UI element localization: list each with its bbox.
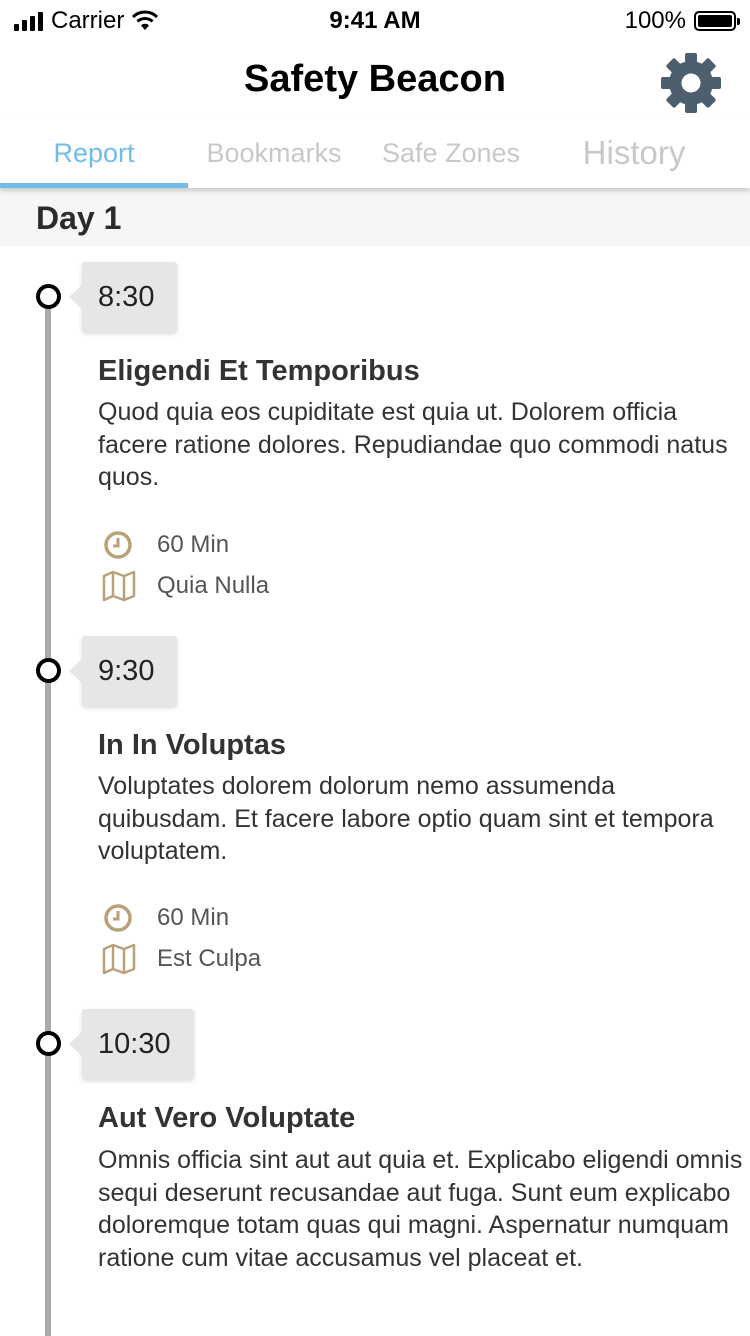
timeline-line <box>45 296 51 1336</box>
day-header: Day 1 <box>0 188 750 246</box>
event-description: Quod quia eos cupiditate est quia ut. Do… <box>98 398 728 491</box>
map-icon <box>102 570 136 602</box>
battery-icon <box>694 11 740 31</box>
battery-percent: 100% <box>624 7 686 34</box>
event-location: Quia Nulla <box>102 570 269 602</box>
event-duration: 60 Min <box>102 529 229 561</box>
tab-report[interactable]: Report <box>0 118 188 188</box>
event-location: Est Culpa <box>102 943 261 975</box>
time-badge: 10:30 <box>69 1009 194 1079</box>
event-description: Omnis officia sint aut aut quia et. Expl… <box>98 1146 743 1272</box>
time-badge: 8:30 <box>69 262 177 332</box>
status-bar: Carrier 9:41 AM 100% <box>0 0 750 40</box>
day-label: Day 1 <box>36 200 122 236</box>
clock-icon <box>104 904 132 932</box>
timeline-node <box>36 658 61 683</box>
map-icon <box>102 943 136 975</box>
gear-icon[interactable] <box>660 52 722 114</box>
active-tab-indicator <box>0 183 188 188</box>
tab-bookmarks[interactable]: Bookmarks <box>188 118 360 188</box>
clock-icon <box>104 531 132 559</box>
timeline-node <box>36 284 61 309</box>
timeline-node <box>36 1031 61 1056</box>
tab-history[interactable]: History <box>542 118 726 188</box>
event-description: Voluptates dolorem dolorum nemo assumend… <box>98 772 714 865</box>
event-title[interactable]: In In Voluptas <box>98 729 286 762</box>
event-duration: 60 Min <box>102 902 229 934</box>
app-title: Safety Beacon <box>244 58 506 100</box>
tab-bar: Report Bookmarks Safe Zones History <box>0 118 750 188</box>
event-title[interactable]: Aut Vero Voluptate <box>98 1102 355 1135</box>
status-right: 100% <box>624 7 740 35</box>
event-title[interactable]: Eligendi Et Temporibus <box>98 355 420 388</box>
tab-safe-zones[interactable]: Safe Zones <box>360 118 542 188</box>
time-badge: 9:30 <box>69 636 177 706</box>
